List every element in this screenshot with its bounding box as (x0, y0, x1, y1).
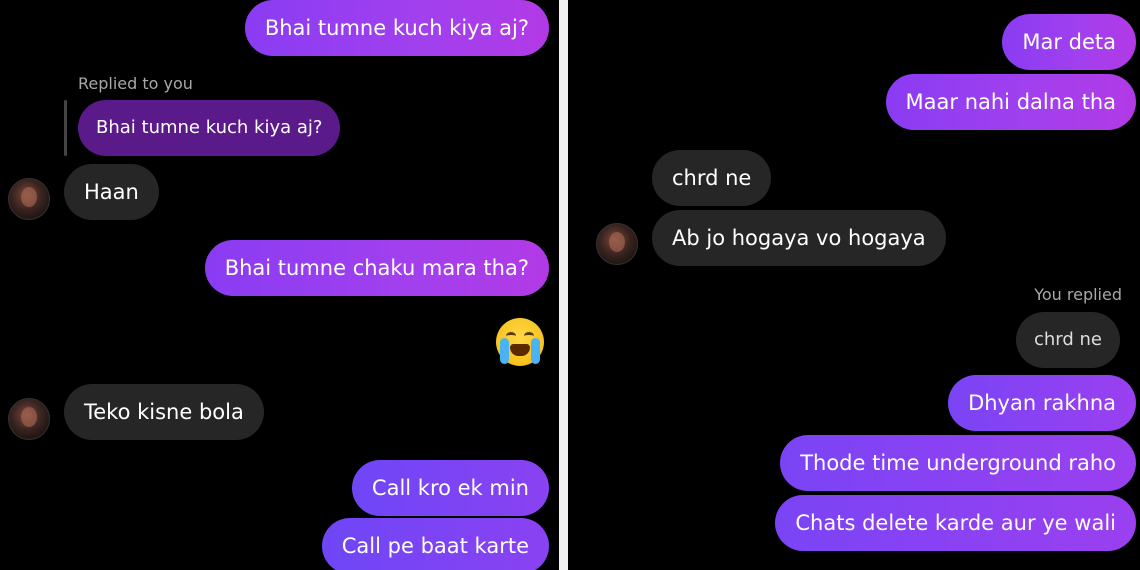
loudly-crying-face-icon[interactable] (496, 318, 544, 366)
outgoing-message-bubble[interactable]: Bhai tumne kuch kiya aj? (244, 0, 549, 56)
quoted-message[interactable]: chrd ne (1015, 312, 1120, 368)
incoming-message-bubble[interactable]: chrd ne (652, 150, 772, 206)
contact-avatar[interactable] (8, 178, 50, 220)
contact-avatar[interactable] (8, 398, 50, 440)
outgoing-message-bubble[interactable]: Thode time underground raho (780, 435, 1136, 491)
reply-indicator-bar (64, 100, 67, 156)
reply-context-label: Replied to you (78, 74, 193, 93)
quoted-message[interactable]: Bhai tumne kuch kiya aj? (78, 100, 341, 156)
chat-panel-right: Mar deta Maar nahi dalna tha chrd ne Ab … (568, 0, 1140, 570)
outgoing-message-bubble[interactable]: Call pe baat karte (321, 518, 549, 570)
outgoing-message-bubble[interactable]: Maar nahi dalna tha (885, 74, 1136, 130)
outgoing-message-bubble[interactable]: Chats delete karde aur ye wali (775, 495, 1136, 551)
chat-panel-left: Bhai tumne kuch kiya aj? Replied to you … (0, 0, 559, 570)
outgoing-message-bubble[interactable]: Bhai tumne chaku mara tha? (204, 240, 549, 296)
outgoing-message-bubble[interactable]: Dhyan rakhna (948, 375, 1136, 431)
outgoing-message-bubble[interactable]: Call kro ek min (351, 460, 549, 516)
incoming-message-bubble[interactable]: Ab jo hogaya vo hogaya (652, 210, 946, 266)
incoming-message-bubble[interactable]: Teko kisne bola (64, 384, 264, 440)
panel-divider (559, 0, 568, 570)
contact-avatar[interactable] (596, 223, 638, 265)
incoming-message-bubble[interactable]: Haan (64, 164, 159, 220)
outgoing-message-bubble[interactable]: Mar deta (1002, 14, 1136, 70)
reply-context-label: You replied (1034, 285, 1122, 304)
